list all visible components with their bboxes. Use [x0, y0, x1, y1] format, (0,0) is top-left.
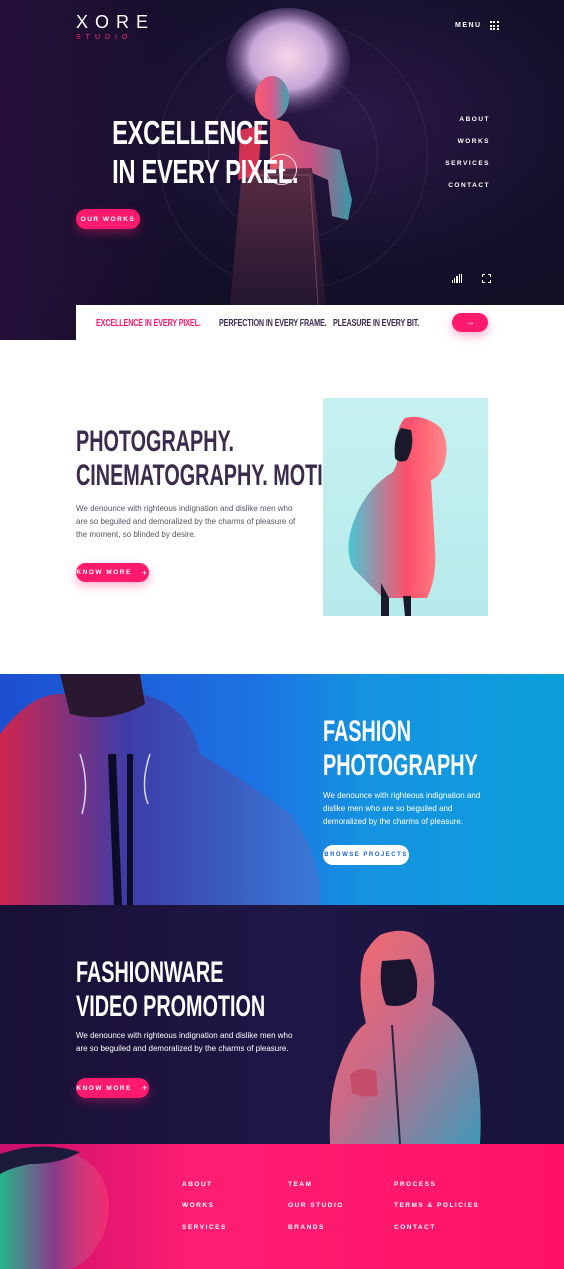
fashion-title-line-1: FASHION — [323, 715, 412, 748]
video-body: We denounce with righteous indignation a… — [76, 1031, 293, 1053]
footer-link-terms[interactable]: TERMS & POLICIES — [394, 1202, 479, 1209]
video-title-line-2: VIDEO PROMOTION — [76, 990, 266, 1023]
fashion-body: We denounce with righteous indignation a… — [323, 791, 481, 826]
bars-icon[interactable] — [452, 274, 463, 283]
footer-link-brands[interactable]: BRANDS — [288, 1224, 325, 1231]
know-more-label: KNOW MORE — [76, 1084, 132, 1092]
brand-logo[interactable]: XORE STUDIO — [76, 12, 155, 41]
services-title-line-2: CINEMATOGRAPHY. MOTION. — [76, 459, 358, 492]
footer: ABOUT WORKS SERVICES TEAM OUR STUDIO BRA… — [0, 1144, 564, 1269]
services-body: We denounce with righteous indignation a… — [76, 504, 296, 539]
side-nav: ABOUT WORKS SERVICES CONTACT — [445, 116, 490, 204]
browse-projects-button[interactable]: BROWSE PROJECTS — [323, 845, 409, 865]
know-more-button[interactable]: KNOW MORE + — [76, 563, 149, 582]
plus-icon: + — [141, 567, 149, 578]
footer-link-our-studio[interactable]: OUR STUDIO — [288, 1202, 344, 1209]
fashion-title-line-2: PHOTOGRAPHY — [323, 749, 478, 782]
fashion-section: FASHION PHOTOGRAPHY We denounce with rig… — [0, 674, 564, 905]
hero-controls — [452, 274, 491, 283]
hero-headline-line-1: EXCELLENCE — [112, 114, 269, 151]
play-icon — [279, 165, 286, 174]
ticker-item: EXCELLENCE IN EVERY PIXEL. — [96, 318, 201, 329]
footer-link-process[interactable]: PROCESS — [394, 1181, 436, 1188]
menu-label: MENU — [455, 22, 482, 29]
side-nav-contact[interactable]: CONTACT — [445, 182, 490, 204]
menu-button[interactable]: MENU — [455, 21, 499, 30]
our-works-button[interactable]: OUR WORKS — [76, 209, 140, 229]
footer-link-team[interactable]: TEAM — [288, 1181, 312, 1188]
fashion-title: FASHION PHOTOGRAPHY — [323, 715, 478, 783]
video-know-more-button[interactable]: KNOW MORE + — [76, 1078, 149, 1098]
fashion-model-photo — [0, 674, 320, 905]
side-nav-about[interactable]: ABOUT — [445, 116, 490, 138]
services-title-line-1: PHOTOGRAPHY. — [76, 425, 235, 458]
video-title: FASHIONWARE VIDEO PROMOTION — [76, 956, 265, 1024]
play-button[interactable] — [266, 154, 297, 185]
menu-grid-icon — [489, 21, 499, 30]
footer-link-about[interactable]: ABOUT — [182, 1181, 213, 1188]
ticker-next-button[interactable]: → — [452, 313, 488, 332]
footer-model-photo — [0, 1146, 109, 1269]
ticker-item: PERFECTION IN EVERY FRAME. — [219, 318, 327, 329]
video-model-photo — [329, 930, 481, 1144]
side-nav-works[interactable]: WORKS — [445, 138, 490, 160]
arrow-right-icon: → — [465, 317, 475, 328]
fullscreen-icon[interactable] — [482, 274, 491, 283]
brand-sub: STUDIO — [76, 34, 133, 41]
hoodie-model-image — [348, 416, 447, 616]
footer-link-works[interactable]: WORKS — [182, 1202, 214, 1209]
side-nav-services[interactable]: SERVICES — [445, 160, 490, 182]
ticker-bar: EXCELLENCE IN EVERY PIXEL. PERFECTION IN… — [76, 305, 564, 340]
plus-icon: + — [141, 1083, 149, 1093]
services-title: PHOTOGRAPHY. CINEMATOGRAPHY. MOTION. — [76, 425, 358, 493]
video-title-line-1: FASHIONWARE — [76, 956, 224, 989]
brand-name: XORE — [76, 12, 156, 32]
know-more-label: KNOW MORE — [76, 569, 132, 576]
hero-section: XORE STUDIO MENU ABOUT WORKS SERVICES CO… — [0, 0, 564, 340]
services-photo — [323, 398, 488, 616]
video-section: FASHIONWARE VIDEO PROMOTION We denounce … — [0, 905, 564, 1144]
ticker-item: PLEASURE IN EVERY BIT. — [333, 318, 420, 329]
footer-link-contact[interactable]: CONTACT — [394, 1224, 436, 1231]
footer-link-services[interactable]: SERVICES — [182, 1224, 227, 1231]
